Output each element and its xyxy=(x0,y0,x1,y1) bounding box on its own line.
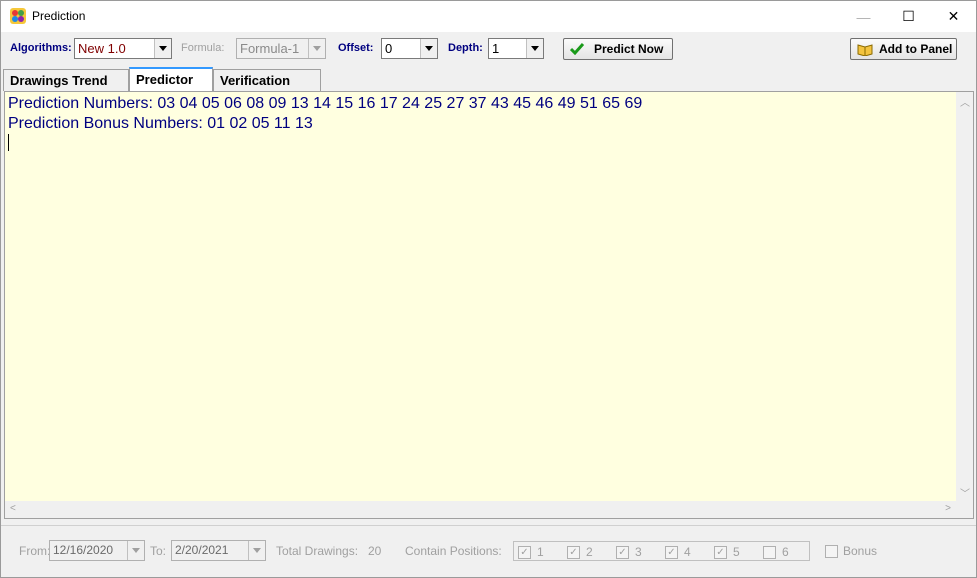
tab-drawings-trend[interactable]: Drawings Trend xyxy=(3,69,129,91)
book-icon xyxy=(857,44,873,56)
position-label: 2 xyxy=(586,545,593,559)
close-button[interactable]: ✕ xyxy=(931,1,976,32)
position-checkbox[interactable] xyxy=(763,546,776,559)
predict-now-button[interactable]: Predict Now xyxy=(563,38,673,60)
algorithms-select[interactable]: New 1.0 xyxy=(74,38,172,59)
to-date-picker[interactable]: 2/20/2021 xyxy=(171,540,266,561)
text-caret xyxy=(8,134,9,151)
from-date-value: 12/16/2020 xyxy=(53,543,114,557)
tab-strip: Drawings Trend Predictor Verification xyxy=(1,67,976,91)
bonus-label: Bonus xyxy=(843,544,878,558)
prediction-numbers-line: Prediction Numbers: 03 04 05 06 08 09 13… xyxy=(8,95,643,112)
chevron-down-icon[interactable] xyxy=(420,39,437,58)
offset-select[interactable]: 0 xyxy=(381,38,438,59)
offset-label: Offset: xyxy=(338,42,374,54)
chevron-down-icon[interactable] xyxy=(154,39,171,58)
position-checkbox[interactable]: ✓ xyxy=(714,546,727,559)
position-label: 5 xyxy=(733,545,740,559)
positions-group: ✓ 1 ✓ 2 ✓ 3 ✓ 4 ✓ 5 6 xyxy=(513,541,810,561)
total-drawings-label: Total Drawings: xyxy=(276,544,359,558)
tab-predictor[interactable]: Predictor xyxy=(129,67,213,91)
vertical-scrollbar[interactable]: ︿ ﹀ xyxy=(956,92,973,502)
position-checkbox[interactable]: ✓ xyxy=(665,546,678,559)
app-palette-icon xyxy=(10,8,26,24)
checkmark-icon xyxy=(570,43,584,55)
depth-select[interactable]: 1 xyxy=(488,38,544,59)
from-date-picker[interactable]: 12/16/2020 xyxy=(49,540,145,561)
chevron-down-icon[interactable] xyxy=(248,541,265,560)
toolbar: Algorithms: New 1.0 Formula: Formula-1 O… xyxy=(1,33,976,65)
scroll-right-icon[interactable]: > xyxy=(945,503,951,514)
chevron-down-icon[interactable] xyxy=(526,39,543,58)
chevron-down-icon[interactable] xyxy=(308,39,325,58)
total-drawings-value: 20 xyxy=(368,544,382,558)
maximize-icon: ☐ xyxy=(902,8,915,24)
scroll-down-icon[interactable]: ﹀ xyxy=(960,485,970,500)
formula-value: Formula-1 xyxy=(240,41,300,56)
tab-verification[interactable]: Verification xyxy=(213,69,321,91)
position-label: 3 xyxy=(635,545,642,559)
scroll-up-icon[interactable]: ︿ xyxy=(960,94,970,109)
formula-label: Formula: xyxy=(181,42,225,54)
position-label: 6 xyxy=(782,545,789,559)
offset-value: 0 xyxy=(385,41,393,56)
algorithms-label: Algorithms: xyxy=(10,42,72,54)
from-label: From: xyxy=(19,544,51,558)
tab-label: Predictor xyxy=(136,72,194,87)
position-checkbox[interactable]: ✓ xyxy=(567,546,580,559)
position-checkbox[interactable]: ✓ xyxy=(518,546,531,559)
depth-value: 1 xyxy=(492,41,500,56)
window-title: Prediction xyxy=(32,9,86,23)
chevron-down-icon[interactable] xyxy=(127,541,144,560)
add-to-panel-button[interactable]: Add to Panel xyxy=(850,38,957,60)
position-label: 1 xyxy=(537,545,544,559)
position-checkbox[interactable]: ✓ xyxy=(616,546,629,559)
to-date-value: 2/20/2021 xyxy=(175,543,229,557)
minimize-icon: — xyxy=(856,8,871,25)
prediction-text-area[interactable]: Prediction Numbers: 03 04 05 06 08 09 13… xyxy=(4,91,974,519)
depth-label: Depth: xyxy=(448,42,483,54)
position-label: 4 xyxy=(684,545,691,559)
to-label: To: xyxy=(150,544,167,558)
tab-label: Verification xyxy=(220,73,291,88)
minimize-button[interactable]: — xyxy=(841,1,886,32)
title-bar: Prediction — ☐ ✕ xyxy=(1,1,976,32)
scroll-left-icon[interactable]: < xyxy=(10,503,16,514)
horizontal-scrollbar[interactable]: < > xyxy=(5,501,956,518)
maximize-button[interactable]: ☐ xyxy=(886,1,931,32)
close-icon: ✕ xyxy=(947,8,960,24)
prediction-bonus-line: Prediction Bonus Numbers: 01 02 05 11 13 xyxy=(8,115,313,132)
prediction-window: Prediction — ☐ ✕ Algorithms: New 1.0 For… xyxy=(0,0,977,578)
filter-bar: From: 12/16/2020 To: 2/20/2021 Total Dra… xyxy=(1,525,976,577)
predict-now-label: Predict Now xyxy=(594,42,664,56)
bonus-checkbox[interactable] xyxy=(825,545,838,558)
tab-label: Drawings Trend xyxy=(10,73,108,88)
formula-select[interactable]: Formula-1 xyxy=(236,38,326,59)
contain-positions-label: Contain Positions: xyxy=(405,544,502,558)
add-to-panel-label: Add to Panel xyxy=(879,42,953,56)
algorithms-value: New 1.0 xyxy=(78,41,126,56)
scrollbar-corner xyxy=(956,501,973,518)
